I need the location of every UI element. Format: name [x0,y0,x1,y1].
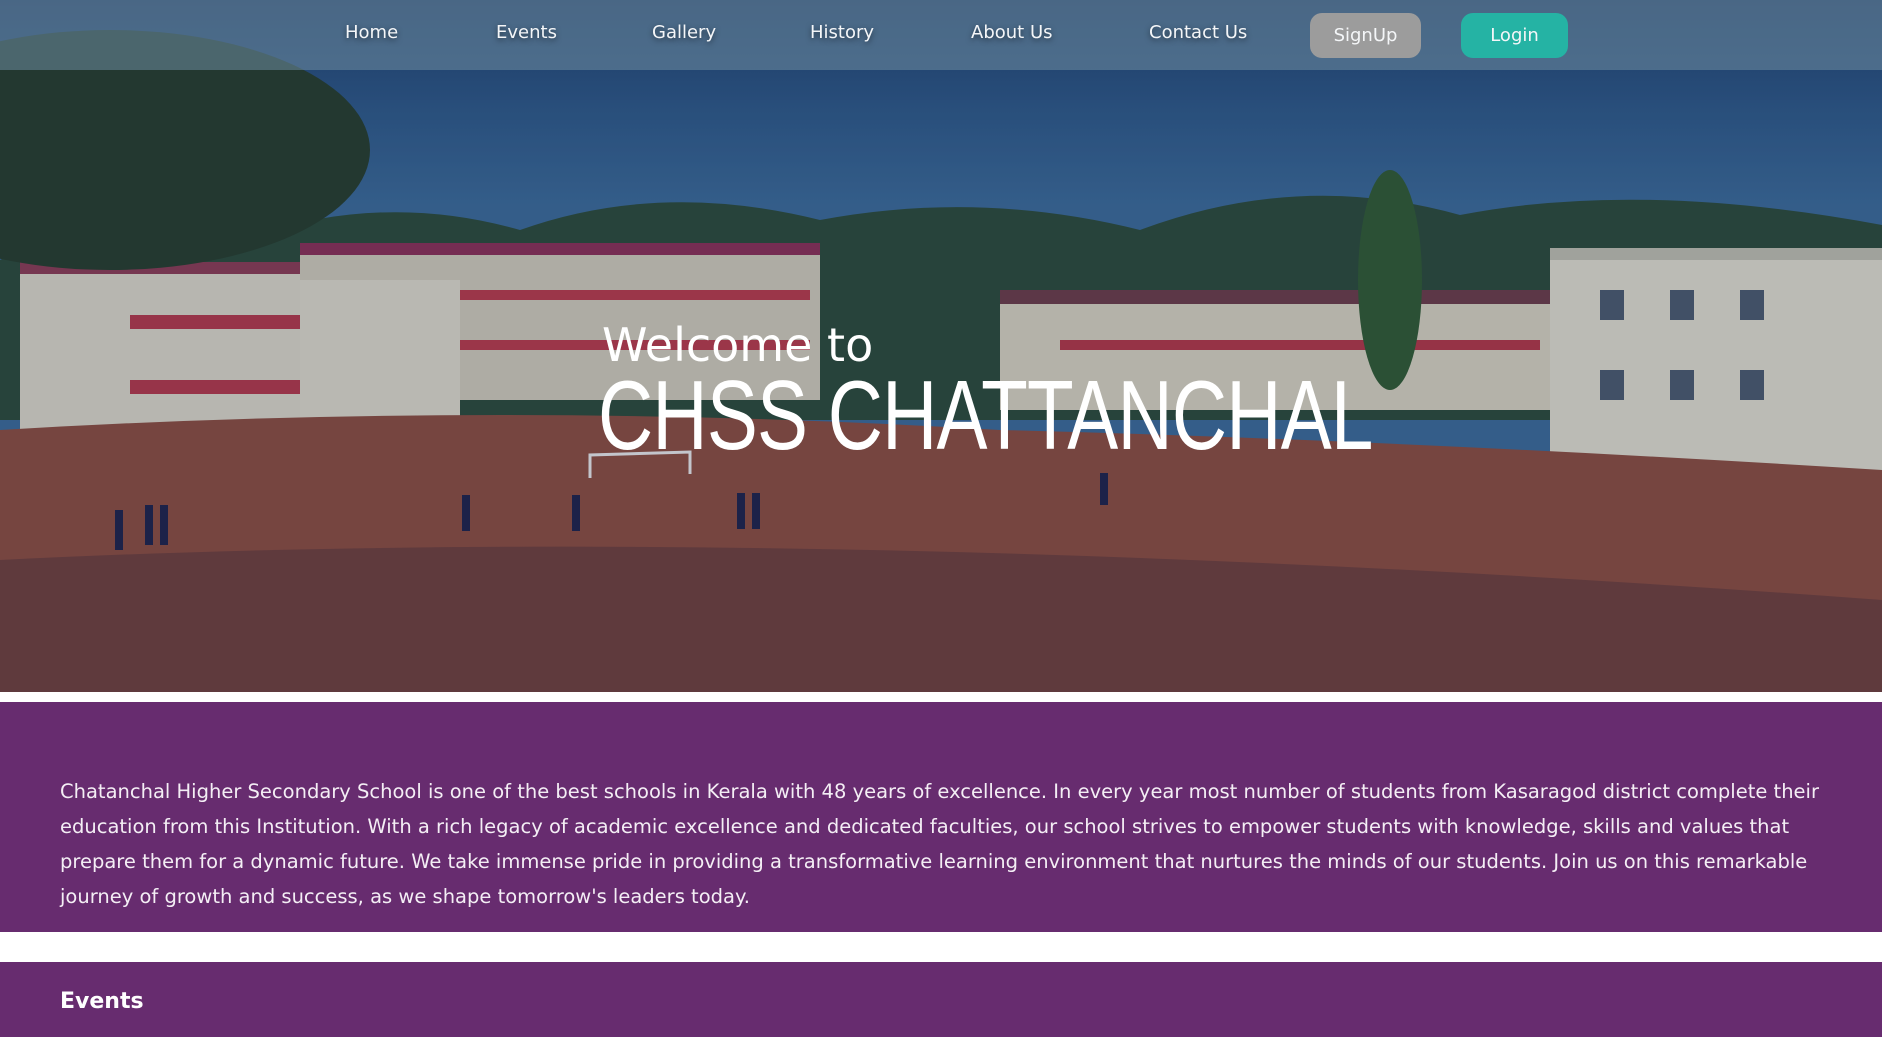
events-section: Events [0,962,1882,1037]
events-heading: Events [60,989,144,1014]
nav-link-gallery[interactable]: Gallery [652,22,716,43]
about-description: Chatanchal Higher Secondary School is on… [60,780,1819,908]
about-section: Chatanchal Higher Secondary School is on… [0,702,1882,932]
nav-link-home[interactable]: Home [345,22,398,43]
login-button[interactable]: Login [1461,13,1568,58]
nav-link-history[interactable]: History [810,22,874,43]
nav-link-contact-us[interactable]: Contact Us [1149,22,1247,43]
hero-school-name: CHSS CHATTANCHAL [598,360,1373,470]
nav-link-about-us[interactable]: About Us [971,22,1053,43]
hero-overlay [0,0,1882,692]
top-navbar: Home Events Gallery History About Us Con… [0,0,1882,70]
nav-link-events[interactable]: Events [496,22,557,43]
signup-button[interactable]: SignUp [1310,13,1421,58]
hero-section: Home Events Gallery History About Us Con… [0,0,1882,692]
